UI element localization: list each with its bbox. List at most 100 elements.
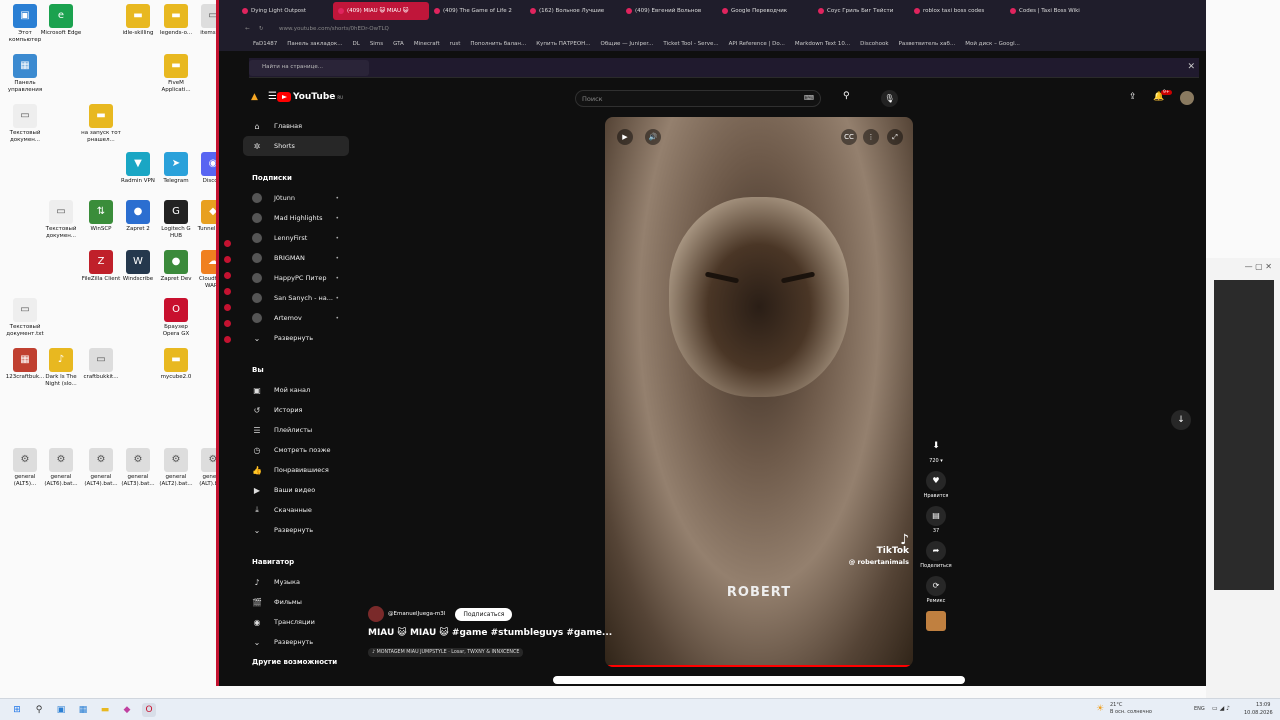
desktop-icon[interactable]: ⇅ WinSCP bbox=[80, 200, 122, 233]
desktop-icon[interactable]: ▬ FiveM Applicati... bbox=[155, 54, 197, 93]
tab-8[interactable]: Codes | Taxi Boss Wiki bbox=[1005, 2, 1101, 20]
sidebar-item[interactable]: ⌄ Развернуть bbox=[243, 632, 353, 652]
sidebar-item[interactable]: ⌄ Развернуть bbox=[243, 328, 353, 348]
sidebar-item[interactable]: Mad Highlights • bbox=[243, 208, 353, 228]
desktop-icon[interactable]: ⚙ general (ALT6).bat... bbox=[40, 448, 82, 487]
app-icon[interactable]: ◆ bbox=[120, 703, 134, 717]
opera-icon[interactable]: O bbox=[142, 703, 156, 717]
desktop-icon[interactable]: ▭ Текстовый докумен... bbox=[40, 200, 82, 239]
bookmark-item[interactable]: GTA bbox=[393, 41, 404, 47]
sidebar-item[interactable]: ✲ Shorts bbox=[243, 136, 349, 156]
sidebar-item[interactable]: San Sanych - на... • bbox=[243, 288, 353, 308]
youtube-logo[interactable]: YouTube RU bbox=[277, 92, 343, 102]
reload-icon[interactable]: ↻ bbox=[259, 26, 264, 32]
tab-6[interactable]: Соус Гриль Биг Тейсти bbox=[813, 2, 909, 20]
sidebar-item[interactable]: ▶ Ваши видео bbox=[243, 480, 353, 500]
bookmark-item[interactable]: FaD1487 bbox=[253, 41, 277, 47]
widgets-icon[interactable]: ▦ bbox=[76, 703, 90, 717]
bookmark-item[interactable]: Разветвитель хаб... bbox=[899, 41, 956, 47]
fullscreen-icon[interactable]: ⤢ bbox=[887, 129, 903, 145]
folder-icon[interactable]: ▬ bbox=[98, 703, 112, 717]
avatar[interactable] bbox=[1180, 91, 1194, 105]
desktop-icon[interactable]: ▭ Текстовый докумен... bbox=[4, 104, 46, 143]
keyboard-icon[interactable]: ⌨ bbox=[804, 94, 814, 102]
bookmark-item[interactable]: Купить ПАТРЕОН... bbox=[536, 41, 590, 47]
video-title[interactable]: MIAU 😺 MIAU 😺 #game #stumbleguys #game..… bbox=[368, 628, 612, 638]
clock-date[interactable]: 10.08.2026 bbox=[1244, 710, 1273, 716]
quality-selector[interactable]: 720 ▾ bbox=[919, 458, 953, 464]
windows-start-icon[interactable]: ⊞ bbox=[10, 703, 24, 717]
task-view-icon[interactable]: ▣ bbox=[54, 703, 68, 717]
desktop-icon[interactable]: O Браузер Opera GX bbox=[155, 298, 197, 337]
sidebar-item[interactable]: ▣ Мой канал bbox=[243, 380, 353, 400]
desktop-icon[interactable]: ▬ mycube2.0 bbox=[155, 348, 197, 381]
sidebar-item[interactable]: J0tunn • bbox=[243, 188, 353, 208]
sidebar-app-icon[interactable] bbox=[224, 336, 231, 343]
comment-icon[interactable]: ▤ bbox=[926, 506, 946, 526]
sidebar-app-icon[interactable] bbox=[224, 256, 231, 263]
volume-icon[interactable]: 🔊 bbox=[645, 129, 661, 145]
bookmark-item[interactable]: Пополнить балан... bbox=[470, 41, 526, 47]
bookmark-item[interactable]: Sims bbox=[370, 41, 383, 47]
subscriptions-header[interactable]: Подписки bbox=[243, 168, 353, 188]
more-icon[interactable]: ⋮ bbox=[863, 129, 879, 145]
tab-1[interactable]: (409) MIAU 😺 MIAU 😺 bbox=[333, 2, 429, 20]
desktop-icon[interactable]: ⚙ general (ALT4).bat... bbox=[80, 448, 122, 487]
bookmark-item[interactable]: API Reference | Do... bbox=[729, 41, 785, 47]
sidebar-item[interactable]: 👍 Понравившиеся bbox=[243, 460, 353, 480]
tab-2[interactable]: (409) The Game of Life 2 bbox=[429, 2, 525, 20]
desktop-icon[interactable]: G Logitech G HUB bbox=[155, 200, 197, 239]
desktop-icon[interactable]: ▬ на запуск тот рнашел... bbox=[80, 104, 122, 143]
share-icon[interactable]: ➦ bbox=[926, 541, 946, 561]
channel-avatar[interactable] bbox=[368, 606, 384, 622]
remix-icon[interactable]: ⟳ bbox=[926, 576, 946, 596]
sidebar-item[interactable]: 🎬 Фильмы bbox=[243, 592, 353, 612]
tab-7[interactable]: roblox taxi boss codes bbox=[909, 2, 1005, 20]
like-icon[interactable]: ♥ bbox=[926, 471, 946, 491]
bookmark-item[interactable]: DL bbox=[353, 41, 360, 47]
back-icon[interactable]: ← bbox=[245, 26, 250, 32]
sidebar-app-icon[interactable] bbox=[224, 304, 231, 311]
desktop-icon[interactable]: Z FileZilla Client bbox=[80, 250, 122, 283]
video-progress-bar[interactable] bbox=[605, 665, 913, 667]
tray-icons[interactable]: ▭ ◢ ♪ bbox=[1212, 705, 1230, 712]
sidebar-app-icon[interactable] bbox=[224, 320, 231, 327]
tab-3[interactable]: (162) Вольное Лучшие bbox=[525, 2, 621, 20]
desktop-icon[interactable]: ▦ Панель управления bbox=[4, 54, 46, 93]
sidebar-item[interactable]: ↺ История bbox=[243, 400, 353, 420]
music-chip[interactable]: ♪ MONTAGEM MIAU JUMPSTYLE · Losar, TWXNY… bbox=[368, 648, 524, 657]
arrow-down-icon[interactable]: ↓ bbox=[1171, 410, 1191, 430]
window-controls[interactable]: — ▢ ✕ bbox=[1245, 262, 1272, 271]
sidebar-app-icon[interactable] bbox=[224, 272, 231, 279]
sidebar-item[interactable]: ◉ Трансляции bbox=[243, 612, 353, 632]
find-input[interactable]: Найти на странице... bbox=[249, 60, 369, 76]
upload-icon[interactable]: ⇪ bbox=[1129, 92, 1137, 102]
subscribe-button[interactable]: Подписаться bbox=[455, 607, 513, 621]
search-icon[interactable]: ⚲ bbox=[843, 91, 850, 101]
close-icon[interactable]: ✕ bbox=[1187, 62, 1195, 72]
language-indicator[interactable]: ENG bbox=[1194, 706, 1205, 712]
bookmark-item[interactable]: Discohook bbox=[860, 41, 888, 47]
search-input[interactable]: Поиск ⌨ bbox=[575, 90, 821, 107]
sidebar-app-icon[interactable] bbox=[224, 240, 231, 247]
bookmark-item[interactable]: rust bbox=[450, 41, 461, 47]
sidebar-item[interactable]: BRIGMAN • bbox=[243, 248, 353, 268]
sidebar-item[interactable]: ⌄ Развернуть bbox=[243, 520, 353, 540]
desktop-icon[interactable]: ➤ Telegram bbox=[155, 152, 197, 185]
desktop-icon[interactable]: ▬ legends-o... bbox=[155, 4, 197, 37]
desktop-icon[interactable]: ▬ idle-skilling bbox=[117, 4, 159, 37]
desktop-icon[interactable]: ▭ Текстовый документ.txt bbox=[4, 298, 46, 337]
sidebar-item[interactable]: HappyPC Питер • bbox=[243, 268, 353, 288]
sidebar-item[interactable]: LennyFirst • bbox=[243, 228, 353, 248]
address-url[interactable]: www.youtube.com/shorts/0hEDr-OwTLQ bbox=[279, 26, 389, 32]
sidebar-item[interactable]: ◷ Смотреть позже bbox=[243, 440, 353, 460]
address-bar[interactable]: ← ↻ www.youtube.com/shorts/0hEDr-OwTLQ bbox=[219, 22, 1206, 36]
search-icon[interactable]: ⚲ bbox=[32, 703, 46, 717]
desktop-icon[interactable]: ▭ craftbukkit... bbox=[80, 348, 122, 381]
bookmark-item[interactable]: Панель закладок... bbox=[287, 41, 342, 47]
desktop-icon[interactable]: ♪ Dark Is The Night (slo... bbox=[40, 348, 82, 387]
sidebar-item[interactable]: ⌂ Главная bbox=[243, 116, 353, 136]
bookmark-item[interactable]: Markdown Text 10... bbox=[795, 41, 850, 47]
desktop-icon[interactable]: ● Zapret Dev bbox=[155, 250, 197, 283]
microphone-icon[interactable]: 🎙 bbox=[881, 90, 898, 107]
